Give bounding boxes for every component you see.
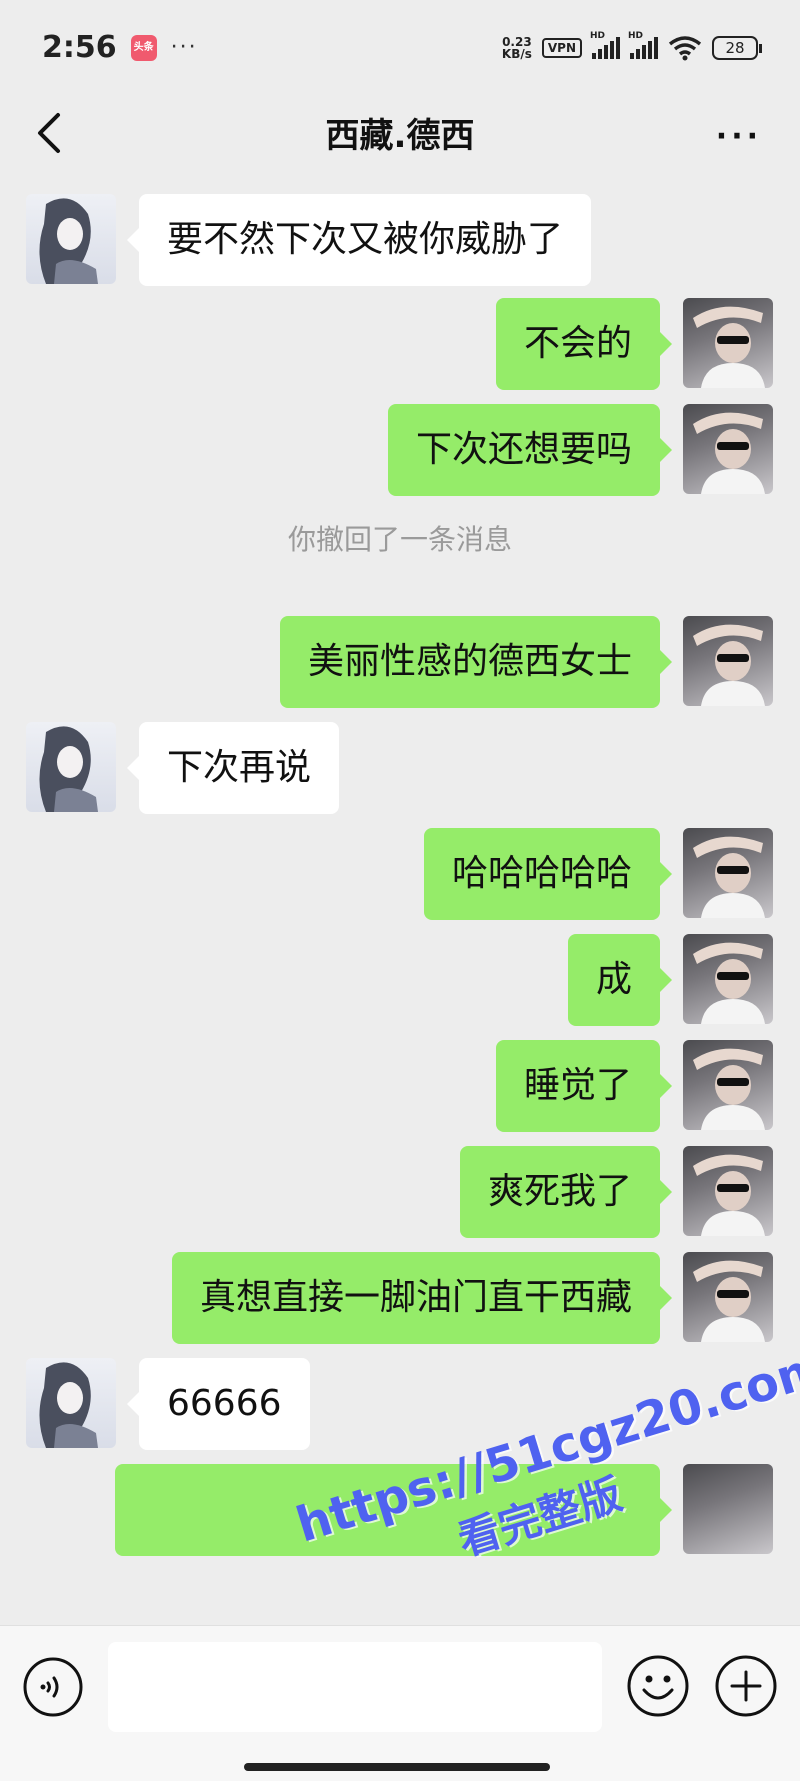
message-row-outgoing: 睡觉了	[0, 1040, 800, 1132]
my-avatar[interactable]	[683, 616, 773, 706]
my-avatar[interactable]	[683, 1040, 773, 1130]
input-bar	[0, 1625, 800, 1781]
avatar-man-icon	[693, 942, 765, 1024]
message-bubble[interactable]: 要不然下次又被你威胁了	[126, 194, 592, 286]
avatar-man-icon	[693, 624, 765, 706]
system-message: 你撤回了一条消息	[287, 523, 512, 556]
wifi-icon	[668, 35, 702, 60]
message-bubble[interactable]: 爽死我了	[459, 1146, 673, 1238]
app-badge-icon: 头条	[130, 34, 157, 61]
home-indicator[interactable]	[244, 1763, 550, 1771]
avatar-girl-icon	[39, 198, 98, 284]
network-speed: 0.23 KB/s	[502, 36, 532, 60]
message-bubble[interactable]: 66666	[127, 1358, 310, 1450]
message-bubble[interactable]: 不会的	[495, 298, 673, 390]
message-bubble[interactable]: 美丽性感的德西女士	[279, 616, 673, 708]
signal-icon: HD	[590, 31, 620, 59]
message-row-incoming: 要不然下次又被你威胁了	[0, 194, 800, 286]
status-bar: 2:56 头条 ··· 0.23 KB/s VPN HD HD 28	[0, 0, 800, 95]
signal-hd-label-2: HD	[628, 30, 644, 41]
message-bubble[interactable]: 哈哈哈哈哈	[423, 828, 673, 920]
more-options-icon[interactable]: ···	[716, 119, 762, 154]
message-row-outgoing: 哈哈哈哈哈	[0, 828, 800, 920]
message-row-incoming: 下次再说	[0, 722, 800, 814]
my-avatar[interactable]	[683, 934, 773, 1024]
my-avatar[interactable]	[683, 1146, 773, 1236]
chat-title: 西藏.德西	[325, 116, 475, 156]
chat-header: 西藏.德西 ···	[0, 95, 800, 170]
status-more-icon: ···	[170, 35, 198, 60]
message-bubble[interactable]: 睡觉了	[495, 1040, 673, 1132]
signal-hd-label: HD	[590, 30, 606, 41]
avatar-man-icon	[693, 1260, 765, 1342]
battery-icon: 28	[712, 35, 762, 60]
message-row-outgoing: 美丽性感的德西女士	[0, 616, 800, 708]
avatar-man-icon	[693, 1048, 765, 1130]
message-bubble[interactable]: 真想直接一脚油门直干西藏	[171, 1252, 673, 1344]
signal-icon-2: HD	[628, 31, 658, 59]
avatar-man-icon	[693, 836, 765, 918]
message-row-outgoing: 真想直接一脚油门直干西藏	[0, 1252, 800, 1344]
my-avatar[interactable]	[683, 404, 773, 494]
avatar-girl-icon	[39, 1362, 98, 1448]
avatar-girl-icon	[39, 726, 98, 812]
network-speed-unit: KB/s	[501, 46, 532, 61]
emoji-icon[interactable]	[626, 1654, 690, 1718]
network-speed-value: 0.23	[502, 34, 532, 49]
my-avatar[interactable]	[683, 1252, 773, 1342]
avatar-man-icon	[693, 412, 765, 494]
contact-avatar[interactable]	[26, 194, 116, 284]
contact-avatar[interactable]	[26, 1358, 116, 1448]
my-avatar[interactable]	[683, 828, 773, 918]
voice-icon[interactable]	[22, 1656, 84, 1718]
message-row-outgoing: 不会的	[0, 298, 800, 390]
message-bubble[interactable]: 成	[567, 934, 673, 1026]
avatar-man-icon	[693, 1154, 765, 1236]
message-bubble[interactable]: 下次再说	[126, 722, 340, 814]
status-icons: 0.23 KB/s VPN HD HD 28	[502, 31, 762, 61]
add-icon[interactable]	[714, 1654, 778, 1718]
message-row-outgoing: 爽死我了	[0, 1146, 800, 1238]
message-row-outgoing: 成	[0, 934, 800, 1026]
contact-avatar[interactable]	[26, 722, 116, 812]
status-time: 2:56	[42, 30, 117, 65]
message-input[interactable]	[108, 1642, 602, 1732]
message-bubble[interactable]: 下次还想要吗	[387, 404, 673, 496]
back-arrow-icon[interactable]	[34, 111, 64, 155]
vpn-icon: VPN	[541, 37, 582, 58]
my-avatar[interactable]	[683, 298, 773, 388]
message-row-outgoing: 下次还想要吗	[0, 404, 800, 496]
avatar-man-icon	[693, 306, 765, 388]
